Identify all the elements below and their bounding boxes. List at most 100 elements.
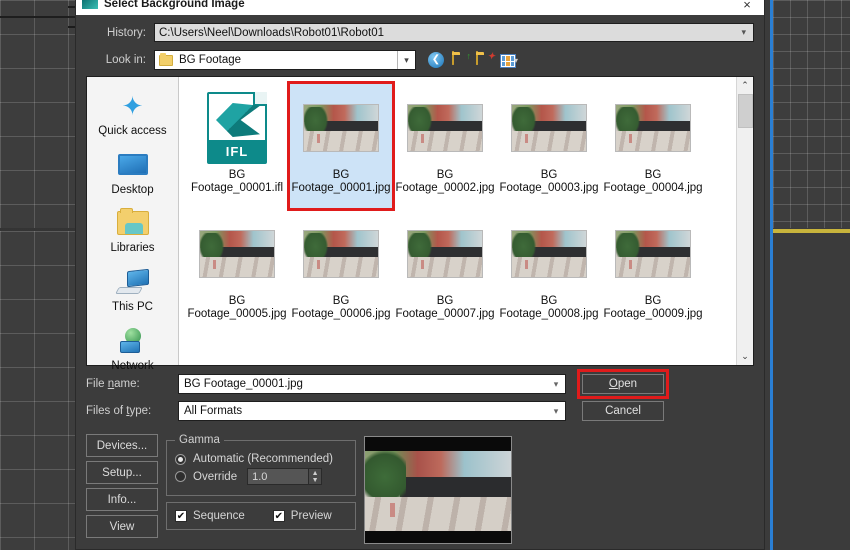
places-sidebar: ✦ Quick access Desktop Libraries This PC [87, 77, 179, 372]
file-item[interactable]: IFL BG Footage_00001.ifl [185, 83, 289, 209]
spin-down-icon[interactable]: ▼ [312, 477, 319, 484]
gamma-automatic-option[interactable]: Automatic (Recommended) [175, 453, 347, 465]
chevron-down-icon[interactable]: ▾ [547, 375, 565, 393]
filetype-label: Files of type: [86, 405, 152, 417]
thumb-person [213, 260, 217, 269]
file-list-wrap: IFL BG Footage_00001.ifl BG Footage_00001.jp… [179, 77, 753, 365]
place-network[interactable]: Network [87, 318, 178, 377]
scrollbar-thumb[interactable] [737, 94, 753, 128]
scroll-up-icon[interactable]: ⌃ [737, 77, 754, 94]
file-item[interactable]: BG Footage_00002.jpg [393, 83, 497, 209]
place-this-pc[interactable]: This PC [87, 259, 178, 318]
preview-person [389, 503, 395, 517]
setup-button[interactable]: Setup... [86, 461, 158, 484]
thumb-person [629, 134, 633, 143]
filename-label: File name: [86, 378, 140, 390]
image-preview [364, 436, 512, 544]
chevron-down-icon[interactable]: ▾ [514, 56, 518, 65]
file-name-line2: Footage_00001.ifl [190, 182, 284, 195]
back-glyph: ❮ [428, 51, 444, 68]
gamma-override-stepper[interactable]: 1.0 ▲ ▼ [247, 468, 323, 485]
preview-checkbox-item[interactable]: ✔ Preview [272, 510, 332, 522]
file-thumbnail [199, 213, 275, 295]
file-item[interactable]: BG Footage_00003.jpg [497, 83, 601, 209]
radio-icon[interactable] [175, 471, 186, 482]
file-item[interactable]: BG Footage_00008.jpg [497, 209, 601, 335]
file-name-line2: Footage_00005.jpg [187, 308, 287, 321]
photo-thumbnail [615, 230, 691, 278]
gamma-override-option[interactable]: Override 1.0 ▲ ▼ [175, 468, 347, 485]
file-list-scrollbar[interactable]: ⌃ ⌄ [736, 77, 753, 365]
select-background-image-dialog: Select Background Image × History: C:\Us… [75, 0, 765, 550]
place-libraries[interactable]: Libraries [87, 200, 178, 259]
autodesk-logo-icon [216, 103, 260, 137]
file-name-line1: BG [540, 169, 558, 181]
file-thumbnail [615, 87, 691, 169]
place-quick-access[interactable]: ✦ Quick access [87, 83, 178, 142]
dialog-titlebar[interactable]: Select Background Image × [76, 0, 764, 15]
checkbox-icon[interactable]: ✔ [175, 510, 187, 522]
new-folder-icon[interactable]: ✦ [476, 50, 495, 69]
file-name-line1: BG [644, 169, 662, 181]
place-label: This PC [112, 300, 153, 313]
sequence-checkbox-item[interactable]: ✔ Sequence [175, 510, 245, 522]
filetype-value: All Formats [184, 405, 243, 417]
file-item[interactable]: BG Footage_00009.jpg [601, 209, 705, 335]
photo-thumbnail [511, 104, 587, 152]
thumb-ground [408, 257, 482, 277]
change-view-icon[interactable]: ▾ [500, 52, 524, 69]
file-name-line2: Footage_00007.jpg [395, 308, 495, 321]
file-item[interactable]: BG Footage_00006.jpg [289, 209, 393, 335]
file-item[interactable]: BG Footage_00005.jpg [185, 209, 289, 335]
up-one-level-icon[interactable]: ↑ [452, 50, 471, 69]
thumb-ground [200, 257, 274, 277]
preview-ground [365, 497, 511, 531]
chevron-down-icon[interactable]: ▾ [397, 51, 415, 69]
gamma-column: Gamma Automatic (Recommended) Override 1… [166, 434, 356, 544]
view-button[interactable]: View [86, 515, 158, 538]
thumb-person [421, 134, 425, 143]
file-item[interactable]: BG Footage_00004.jpg [601, 83, 705, 209]
thumb-person [525, 260, 529, 269]
spin-up-icon[interactable]: ▲ [312, 470, 319, 477]
thumb-person [629, 260, 633, 269]
filename-input[interactable]: BG Footage_00001.jpg ▾ [178, 374, 566, 394]
chevron-down-icon[interactable]: ▾ [547, 402, 565, 420]
chevron-down-icon[interactable]: ▾ [738, 27, 749, 38]
file-name-line1: BG [332, 169, 350, 181]
gamma-override-value[interactable]: 1.0 [247, 468, 310, 485]
file-item[interactable]: BG Footage_00001.jpg [287, 81, 395, 211]
file-item[interactable]: BG Footage_00007.jpg [393, 209, 497, 335]
history-combo[interactable]: C:\Users\Neel\Downloads\Robot01\Robot01 … [154, 23, 754, 42]
network-icon [117, 324, 149, 358]
file-thumbnail [407, 87, 483, 169]
file-list[interactable]: IFL BG Footage_00001.ifl BG Footage_00001.jp… [179, 77, 736, 365]
place-desktop[interactable]: Desktop [87, 142, 178, 201]
checkbox-icon[interactable]: ✔ [272, 510, 285, 522]
filename-value: BG Footage_00001.jpg [184, 378, 303, 390]
info-button[interactable]: Info... [86, 488, 158, 511]
filetype-select[interactable]: All Formats ▾ [178, 401, 566, 421]
close-icon[interactable]: × [736, 0, 758, 12]
devices-button[interactable]: Devices... [86, 434, 158, 457]
spinner-buttons[interactable]: ▲ ▼ [309, 468, 323, 485]
viewport-grid-left-bottom [0, 231, 78, 550]
open-button[interactable]: Open [577, 369, 669, 399]
thumb-person [317, 260, 321, 269]
lookin-row: Look in: BG Footage ▾ ❮ ↑ ✦ ▾ [86, 50, 754, 70]
thumb-person [421, 260, 425, 269]
browser-toolbar: ❮ ↑ ✦ ▾ [428, 50, 524, 69]
photo-thumbnail [303, 104, 379, 152]
lookin-combo[interactable]: BG Footage ▾ [154, 50, 416, 70]
file-thumbnail [407, 213, 483, 295]
open-button-wrap: Open [577, 369, 669, 399]
preview-label: Preview [290, 510, 332, 522]
cancel-button[interactable]: Cancel [582, 401, 664, 421]
sequence-label: Sequence [193, 510, 245, 522]
radio-icon[interactable] [175, 453, 186, 465]
photo-thumbnail [303, 230, 379, 278]
file-name-line2: Footage_00001.jpg [291, 182, 391, 195]
scroll-down-icon[interactable]: ⌄ [737, 348, 754, 365]
preview-trees [365, 451, 406, 503]
back-icon[interactable]: ❮ [428, 51, 446, 69]
